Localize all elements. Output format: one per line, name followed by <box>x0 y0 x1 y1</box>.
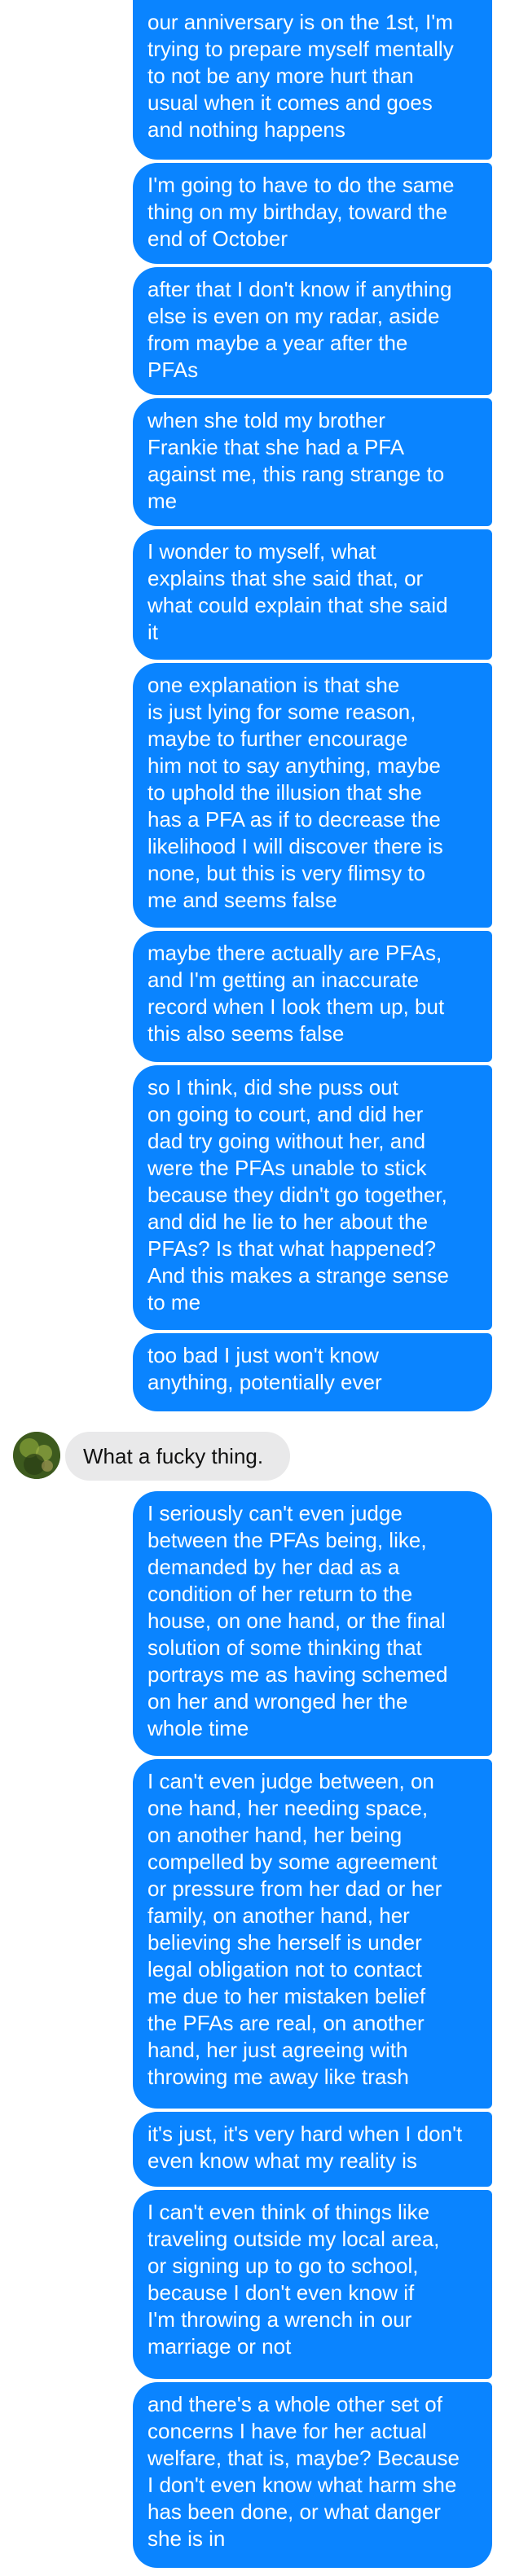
outgoing-message: when she told my brother Frankie that sh… <box>133 398 492 526</box>
outgoing-message: our anniversary is on the 1st, I'm tryin… <box>133 0 492 160</box>
outgoing-message: too bad I just won't know anything, pote… <box>133 1333 492 1411</box>
outgoing-message: I can't even think of things like travel… <box>133 2190 492 2379</box>
outgoing-message: it's just, it's very hard when I don't e… <box>133 2112 492 2187</box>
outgoing-message: after that I don't know if anything else… <box>133 267 492 395</box>
outgoing-message: I wonder to myself, what explains that s… <box>133 529 492 660</box>
outgoing-message: I'm going to have to do the same thing o… <box>133 163 492 264</box>
outgoing-message: one explanation is that she is just lyin… <box>133 663 492 928</box>
conversation-screen: { "messages": [ {"sender": "me", "text":… <box>0 0 528 2576</box>
contact-avatar-icon[interactable] <box>13 1432 60 1479</box>
outgoing-message: maybe there actually are PFAs, and I'm g… <box>133 931 492 1062</box>
outgoing-message: I can't even judge between, on one hand,… <box>133 1759 492 2109</box>
outgoing-message: and there's a whole other set of concern… <box>133 2382 492 2568</box>
outgoing-message: I seriously can't even judge between the… <box>133 1491 492 1756</box>
incoming-message: What a fucky thing. <box>65 1432 290 1481</box>
outgoing-message: so I think, did she puss out on going to… <box>133 1065 492 1330</box>
